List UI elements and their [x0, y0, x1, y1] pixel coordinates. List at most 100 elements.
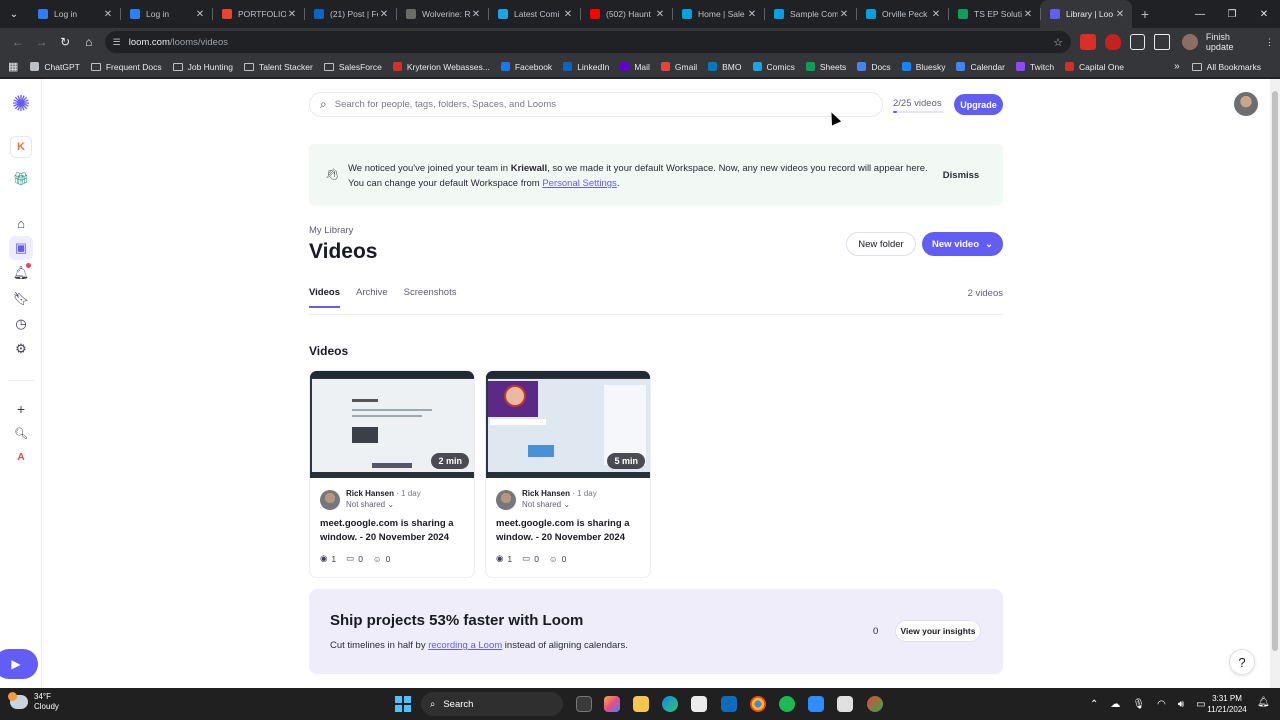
settings-gear-icon[interactable]: ⚙: [9, 337, 33, 361]
tab-close-icon[interactable]: ✕: [1022, 9, 1034, 20]
video-thumbnail[interactable]: 2 min: [310, 371, 474, 478]
bookmark-item[interactable]: Sheets: [805, 62, 846, 72]
profile-avatar[interactable]: [1182, 34, 1198, 50]
bookmark-item[interactable]: SalesForce: [323, 62, 382, 72]
tab-screenshots[interactable]: Screenshots: [404, 287, 457, 308]
bookmark-item[interactable]: Capital One: [1065, 62, 1124, 72]
all-bookmarks-button[interactable]: All Bookmarks: [1191, 62, 1272, 72]
extensions-icon[interactable]: [1129, 34, 1146, 50]
tab-close-icon[interactable]: ✕: [838, 9, 850, 20]
library-search-bar[interactable]: ⌕: [309, 92, 883, 117]
notifications-bell-icon[interactable]: 🔔︎: [9, 261, 33, 285]
workspace-switcher[interactable]: K: [9, 135, 33, 159]
reload-icon[interactable]: ↻: [53, 30, 77, 54]
bookmark-nav-icon[interactable]: 🔖︎: [9, 287, 33, 311]
spotify-icon[interactable]: [779, 696, 795, 712]
dismiss-button[interactable]: Dismiss: [936, 167, 986, 183]
search-icon[interactable]: 🔍︎: [9, 421, 33, 445]
task-view-icon[interactable]: [576, 696, 592, 712]
bookmark-item[interactable]: Mail: [620, 62, 650, 72]
browser-tab[interactable]: Log in ✕: [120, 0, 212, 28]
browser-tab[interactable]: Library | Loo ✕: [1040, 0, 1132, 28]
side-panel-icon[interactable]: [1154, 34, 1171, 50]
bookmark-item[interactable]: LinkedIn: [563, 62, 609, 72]
copilot-icon[interactable]: [604, 696, 620, 712]
store-icon[interactable]: [691, 696, 707, 712]
video-quota[interactable]: 2/25 videos: [893, 98, 944, 113]
bookmark-item[interactable]: Comics: [752, 62, 795, 72]
adblock-extension-icon[interactable]: [1079, 34, 1096, 50]
new-video-button[interactable]: New video ⌄: [922, 232, 1003, 256]
bookmark-item[interactable]: Frequent Docs: [90, 62, 162, 72]
apps-grid-icon[interactable]: ▦: [8, 60, 18, 73]
wifi-icon[interactable]: ◠: [1157, 699, 1166, 710]
library-search-input[interactable]: [334, 99, 855, 110]
tab-close-icon[interactable]: ✕: [1114, 9, 1126, 20]
bookmark-item[interactable]: BMO: [708, 62, 742, 72]
microphone-icon[interactable]: 🎙︎: [1132, 699, 1145, 710]
sharing-status[interactable]: Not shared ⌄: [346, 500, 394, 509]
tab-close-icon[interactable]: ✕: [194, 9, 206, 20]
bookmark-item[interactable]: Twitch: [1015, 62, 1054, 72]
tab-close-icon[interactable]: ✕: [562, 9, 574, 20]
history-clock-icon[interactable]: ◷: [9, 312, 33, 336]
user-avatar[interactable]: [1234, 92, 1258, 116]
bookmark-item[interactable]: Docs: [857, 62, 891, 72]
video-card[interactable]: 2 min Rick Hansen · 1 day Not shared ⌄ m…: [309, 370, 475, 578]
new-tab-button[interactable]: +: [1132, 0, 1158, 28]
tab-search-icon[interactable]: ⌄: [0, 0, 28, 28]
browser-tab[interactable]: TS EP Soluti ✕: [948, 0, 1040, 28]
chevron-up-icon[interactable]: ⌃: [1090, 699, 1098, 710]
browser-tab[interactable]: Orville Peck ✕: [856, 0, 948, 28]
browser-tab[interactable]: Log in ✕: [28, 0, 120, 28]
video-thumbnail[interactable]: 5 min: [486, 371, 650, 478]
minimize-icon[interactable]: —: [1184, 0, 1216, 28]
taskbar-search[interactable]: ⌕ Search: [421, 692, 563, 716]
gift-icon[interactable]: 🎁︎: [9, 167, 33, 191]
video-title[interactable]: meet.google.com is sharing a window. - 2…: [496, 517, 644, 545]
browser-tab[interactable]: PORTFOLIO ✕: [212, 0, 304, 28]
zoom-icon[interactable]: [808, 696, 824, 712]
tab-videos[interactable]: Videos: [309, 287, 340, 308]
notification-center-icon[interactable]: 🔔︎: [1257, 697, 1270, 708]
back-icon[interactable]: ←: [6, 30, 30, 54]
page-scrollbar[interactable]: [1270, 79, 1280, 688]
tab-close-icon[interactable]: ✕: [654, 9, 666, 20]
tab-close-icon[interactable]: ✕: [102, 9, 114, 20]
member-avatar[interactable]: A: [9, 445, 33, 469]
tab-close-icon[interactable]: ✕: [286, 9, 298, 20]
tab-close-icon[interactable]: ✕: [930, 9, 942, 20]
tab-archive[interactable]: Archive: [356, 287, 388, 308]
bookmark-item[interactable]: Calendar: [956, 62, 1005, 72]
chrome-icon[interactable]: [750, 696, 766, 712]
bookmark-item[interactable]: Kryterion Webasses...: [392, 62, 490, 72]
weather-widget[interactable]: 34°F Cloudy: [8, 692, 59, 712]
upgrade-button[interactable]: Upgrade: [954, 94, 1003, 115]
tab-close-icon[interactable]: ✕: [470, 9, 482, 20]
loom-logo-icon[interactable]: ✺: [9, 91, 33, 116]
address-bar[interactable]: ☰ loom.com/looms/videos ☆: [104, 31, 1071, 53]
scrollbar-thumb[interactable]: [1272, 91, 1278, 651]
chrome-profile-icon[interactable]: [867, 696, 883, 712]
sharing-status[interactable]: Not shared ⌄: [522, 500, 570, 509]
more-menu-icon[interactable]: ⋮: [1265, 37, 1274, 48]
close-window-icon[interactable]: ✕: [1248, 0, 1280, 28]
bookmark-item[interactable]: Talent Stacker: [243, 62, 313, 72]
video-card[interactable]: 5 min Rick Hansen · 1 day Not shared ⌄ m…: [485, 370, 651, 578]
windows-start-icon[interactable]: [395, 696, 411, 712]
help-button[interactable]: ?: [1229, 649, 1255, 675]
outlook-icon[interactable]: [721, 696, 737, 712]
new-folder-button[interactable]: New folder: [846, 232, 916, 256]
bookmark-star-icon[interactable]: ☆: [1053, 36, 1063, 49]
bookmark-item[interactable]: Job Hunting: [172, 62, 233, 72]
restore-icon[interactable]: ❐: [1216, 0, 1248, 28]
home-nav-icon[interactable]: ⌂: [9, 211, 33, 235]
breadcrumb[interactable]: My Library: [309, 225, 353, 236]
tab-close-icon[interactable]: ✕: [378, 9, 390, 20]
bookmark-item[interactable]: Facebook: [500, 62, 552, 72]
browser-tab[interactable]: Wolverine: R ✕: [396, 0, 488, 28]
browser-tab[interactable]: Sample Com ✕: [764, 0, 856, 28]
video-title[interactable]: meet.google.com is sharing a window. - 2…: [320, 517, 468, 545]
onedrive-cloud-icon[interactable]: ☁: [1110, 699, 1120, 710]
bookmarks-overflow-icon[interactable]: »: [1174, 61, 1180, 72]
